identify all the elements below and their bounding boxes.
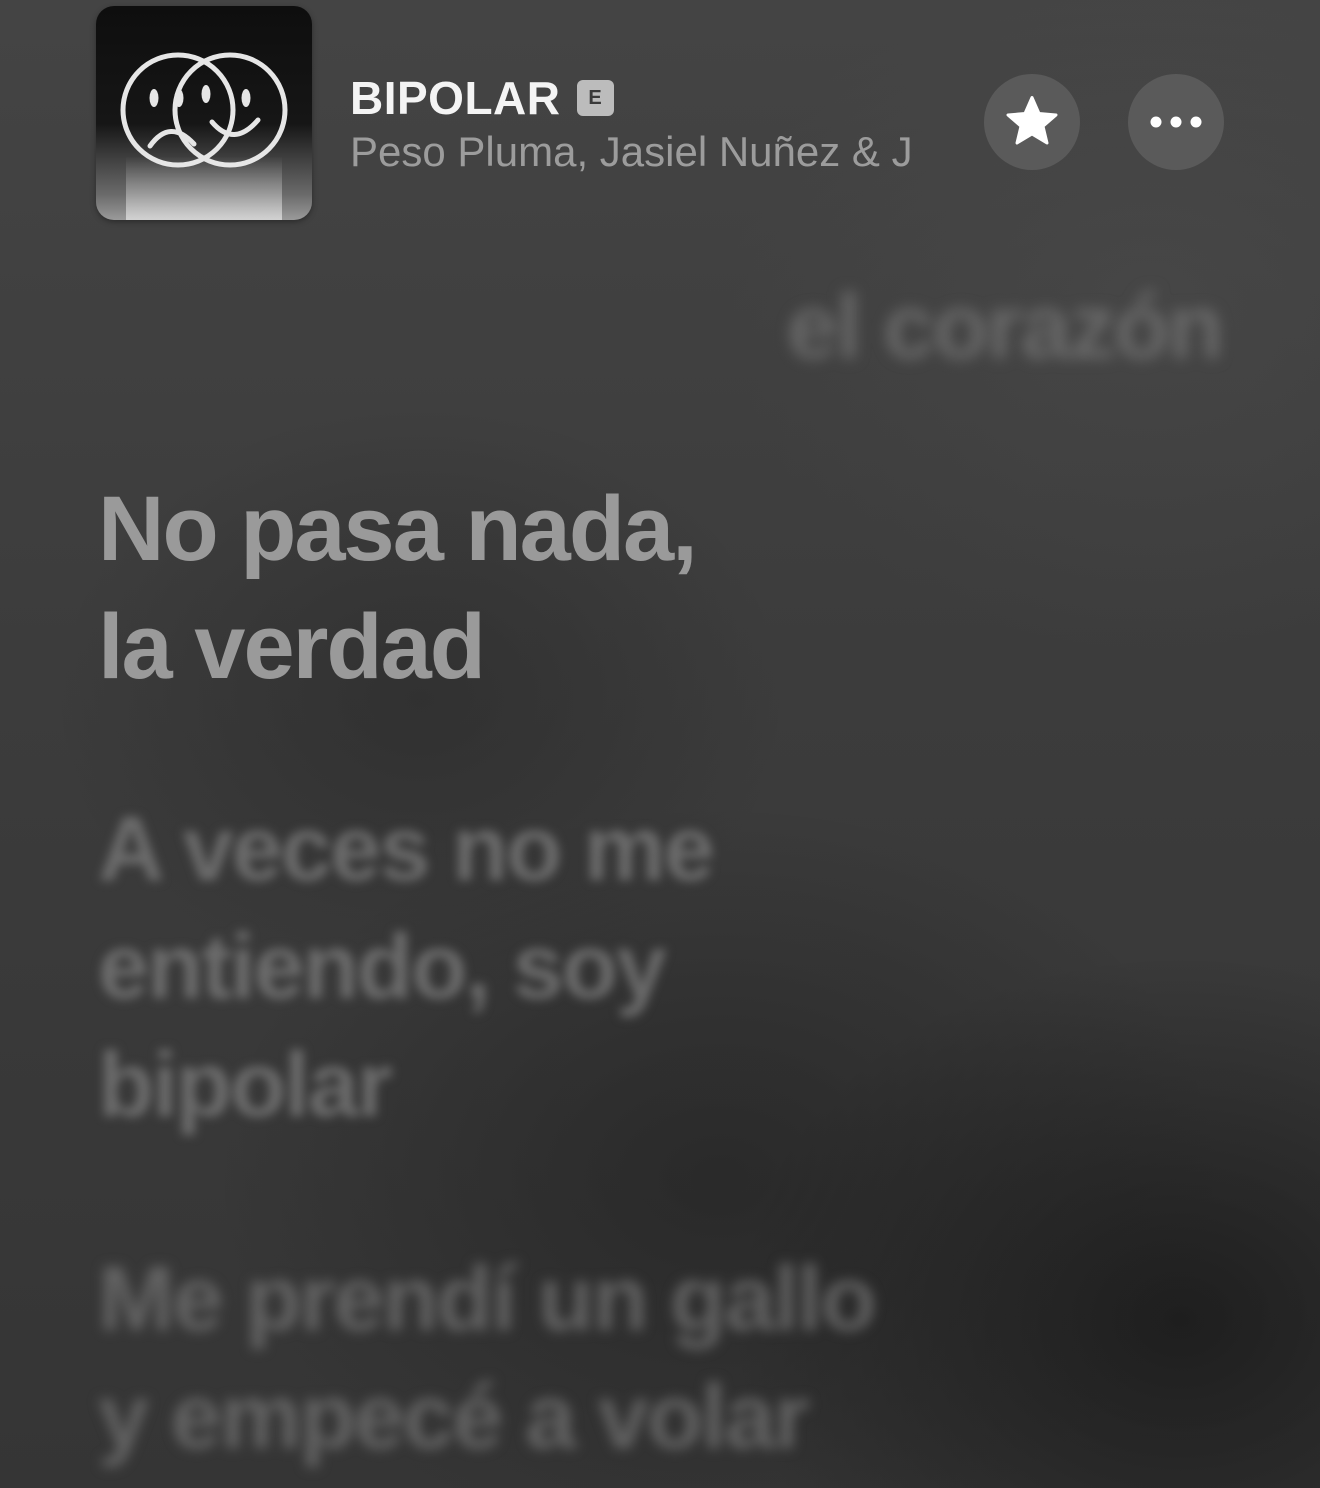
lyric-text: el corazón bbox=[786, 276, 1224, 378]
artist-names[interactable]: Peso Pluma, Jasiel Nuñez & J bbox=[350, 128, 970, 180]
lyric-text: la verdad bbox=[98, 596, 486, 698]
song-title[interactable]: BIPOLAR bbox=[350, 71, 561, 125]
favorite-button[interactable] bbox=[984, 74, 1080, 170]
album-artwork[interactable] bbox=[96, 6, 312, 220]
lyric-text: entiendo, soy bbox=[98, 916, 667, 1018]
lyric-text: No pasa nada, bbox=[98, 478, 698, 580]
explicit-badge: E bbox=[576, 80, 614, 116]
star-icon bbox=[1006, 96, 1058, 145]
song-title-row: BIPOLAR E bbox=[350, 70, 614, 126]
lyric-text: Me prendí un gallo bbox=[98, 1248, 877, 1350]
lyric-text: bipolar bbox=[98, 1034, 393, 1136]
lyrics-screen: BIPOLAR E Peso Pluma, Jasiel Nuñez & J e… bbox=[0, 0, 1320, 1488]
lyric-line-next[interactable]: Me prendí un gallo y empecé a volar bbox=[98, 1240, 877, 1476]
lyric-text: A veces no me bbox=[98, 798, 715, 900]
lyric-line-next[interactable]: A veces no me entiendo, soy bipolar bbox=[98, 790, 715, 1144]
ellipsis-icon bbox=[1150, 116, 1202, 128]
more-options-button[interactable] bbox=[1128, 74, 1224, 170]
smiley-rings-art bbox=[120, 52, 288, 220]
lyric-text: y empecé a volar bbox=[98, 1366, 810, 1468]
lyric-line-previous[interactable]: el corazón bbox=[786, 268, 1224, 386]
lyric-line-current[interactable]: No pasa nada, la verdad bbox=[98, 470, 698, 706]
